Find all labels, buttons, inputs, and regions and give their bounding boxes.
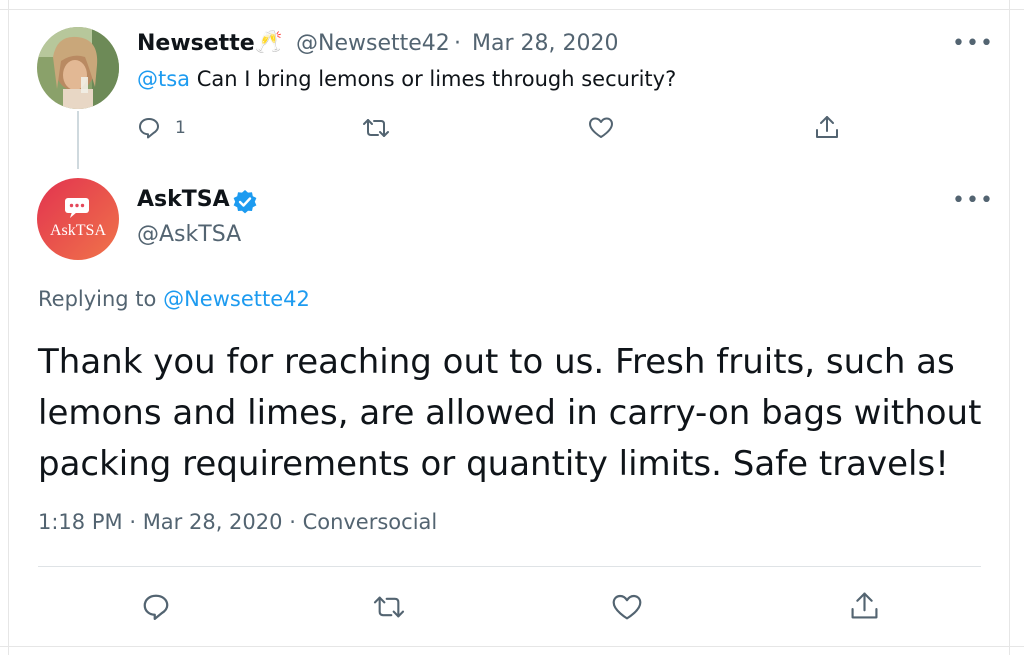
retweet-icon [363, 119, 389, 137]
champagne-emoji-icon: 🥂 [255, 30, 283, 55]
original-reply-button[interactable]: 1 [137, 116, 186, 140]
original-like-button[interactable] [588, 116, 614, 140]
original-reply-count: 1 [175, 118, 186, 138]
asktsa-avatar-text: AskTSA [50, 222, 106, 239]
original-retweet-button[interactable] [362, 116, 390, 140]
original-tweet-text: @tsa Can I bring lemons or limes through… [137, 67, 676, 91]
original-share-button[interactable] [814, 114, 840, 140]
thread-connector-line [77, 111, 79, 169]
tweet-source[interactable]: Conversocial [303, 510, 438, 534]
tweet-time[interactable]: 1:18 PM [38, 510, 123, 534]
action-bar-divider [38, 566, 981, 567]
replying-to-handle-link[interactable]: @Newsette42 [163, 287, 310, 311]
asktsa-handle[interactable]: @AskTSA [137, 222, 241, 247]
like-button[interactable] [611, 593, 643, 622]
like-icon [589, 117, 613, 138]
asktsa-display-name[interactable]: AskTSA [137, 187, 230, 212]
reply-icon [139, 118, 159, 139]
original-tweet-date[interactable]: Mar 28, 2020 [472, 31, 618, 56]
retweet-icon [373, 596, 405, 618]
reply-tweet-more-button[interactable]: ••• [952, 188, 994, 213]
replying-to-prefix: Replying to [38, 287, 157, 311]
replying-to-line: Replying to @Newsette42 [38, 287, 310, 311]
newsette-handle[interactable]: @Newsette42 [296, 31, 450, 56]
tweet-date[interactable]: Mar 28, 2020 [143, 510, 283, 534]
newsette-avatar[interactable] [37, 27, 119, 109]
meta-separator-1: · [129, 510, 136, 534]
share-icon [851, 592, 878, 619]
reply-icon [143, 594, 169, 620]
share-icon [816, 116, 838, 138]
original-tweet-more-button[interactable]: ••• [952, 31, 994, 56]
original-tweet-body: Can I bring lemons or limes through secu… [196, 67, 677, 91]
frame-top-border [0, 0, 1024, 10]
verified-badge-icon [232, 189, 258, 219]
header-separator: · [454, 31, 461, 56]
meta-separator-2: · [289, 510, 296, 534]
newsette-display-name[interactable]: Newsette [137, 31, 255, 56]
tsa-mention-link[interactable]: @tsa [137, 67, 190, 91]
tweet-metadata: 1:18 PM · Mar 28, 2020 · Conversocial [38, 510, 437, 534]
share-button[interactable] [849, 590, 880, 621]
frame-left-border [0, 0, 9, 655]
reply-button[interactable] [141, 592, 171, 622]
reply-tweet-text: Thank you for reaching out to us. Fresh … [38, 342, 982, 484]
frame-bottom-border [0, 646, 1024, 655]
retweet-button[interactable] [372, 593, 406, 621]
frame-right-border [1009, 0, 1024, 655]
asktsa-avatar[interactable]: AskTSA [37, 178, 119, 260]
like-icon [612, 594, 642, 620]
